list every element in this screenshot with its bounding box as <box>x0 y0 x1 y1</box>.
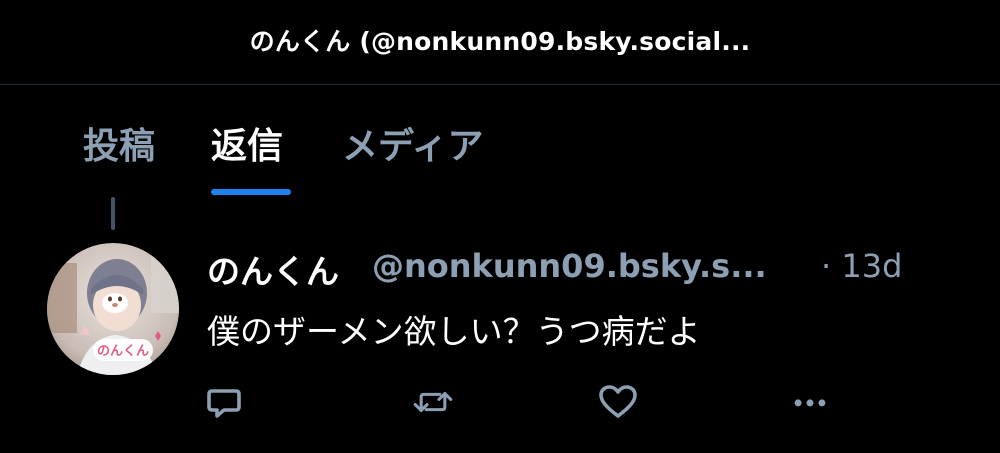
page-title: のんくん (@nonkunn09.bsky.social... <box>249 27 751 56</box>
post-actions <box>0 380 1000 430</box>
post-header: のんくん @nonkunn09.bsky.s... · 13d <box>207 245 987 293</box>
tab-media[interactable]: メディア <box>342 117 483 169</box>
repost-arrows-icon <box>413 392 453 412</box>
more-button[interactable] <box>788 380 832 424</box>
post-text: 僕のザーメン欲しい？うつ病だよ <box>207 312 701 351</box>
reply-button[interactable] <box>202 380 246 424</box>
ellipsis-icon <box>794 399 826 407</box>
avatar[interactable]: のんくん <box>47 243 179 375</box>
avatar-sticker-text: のんくん <box>97 344 149 359</box>
heart-icon <box>599 385 637 418</box>
top-bar: のんくん (@nonkunn09.bsky.social... <box>0 0 1000 85</box>
thread-connector-line <box>111 197 115 230</box>
speech-bubble-icon <box>207 389 241 418</box>
avatar-image: のんくん <box>47 243 179 375</box>
author-handle[interactable]: @nonkunn09.bsky.s... <box>372 247 767 285</box>
author-name[interactable]: のんくん <box>207 245 339 293</box>
profile-tabs: 投稿 返信 メディア <box>0 85 1000 197</box>
active-tab-indicator <box>211 189 291 195</box>
repost-button[interactable] <box>411 380 455 424</box>
profile-replies-screen: のんくん (@nonkunn09.bsky.social... 投稿 返信 メデ… <box>0 0 1000 453</box>
post-timestamp[interactable]: · 13d <box>821 247 902 285</box>
tab-posts[interactable]: 投稿 <box>83 117 155 169</box>
like-button[interactable] <box>596 380 640 424</box>
tab-replies[interactable]: 返信 <box>211 117 283 169</box>
